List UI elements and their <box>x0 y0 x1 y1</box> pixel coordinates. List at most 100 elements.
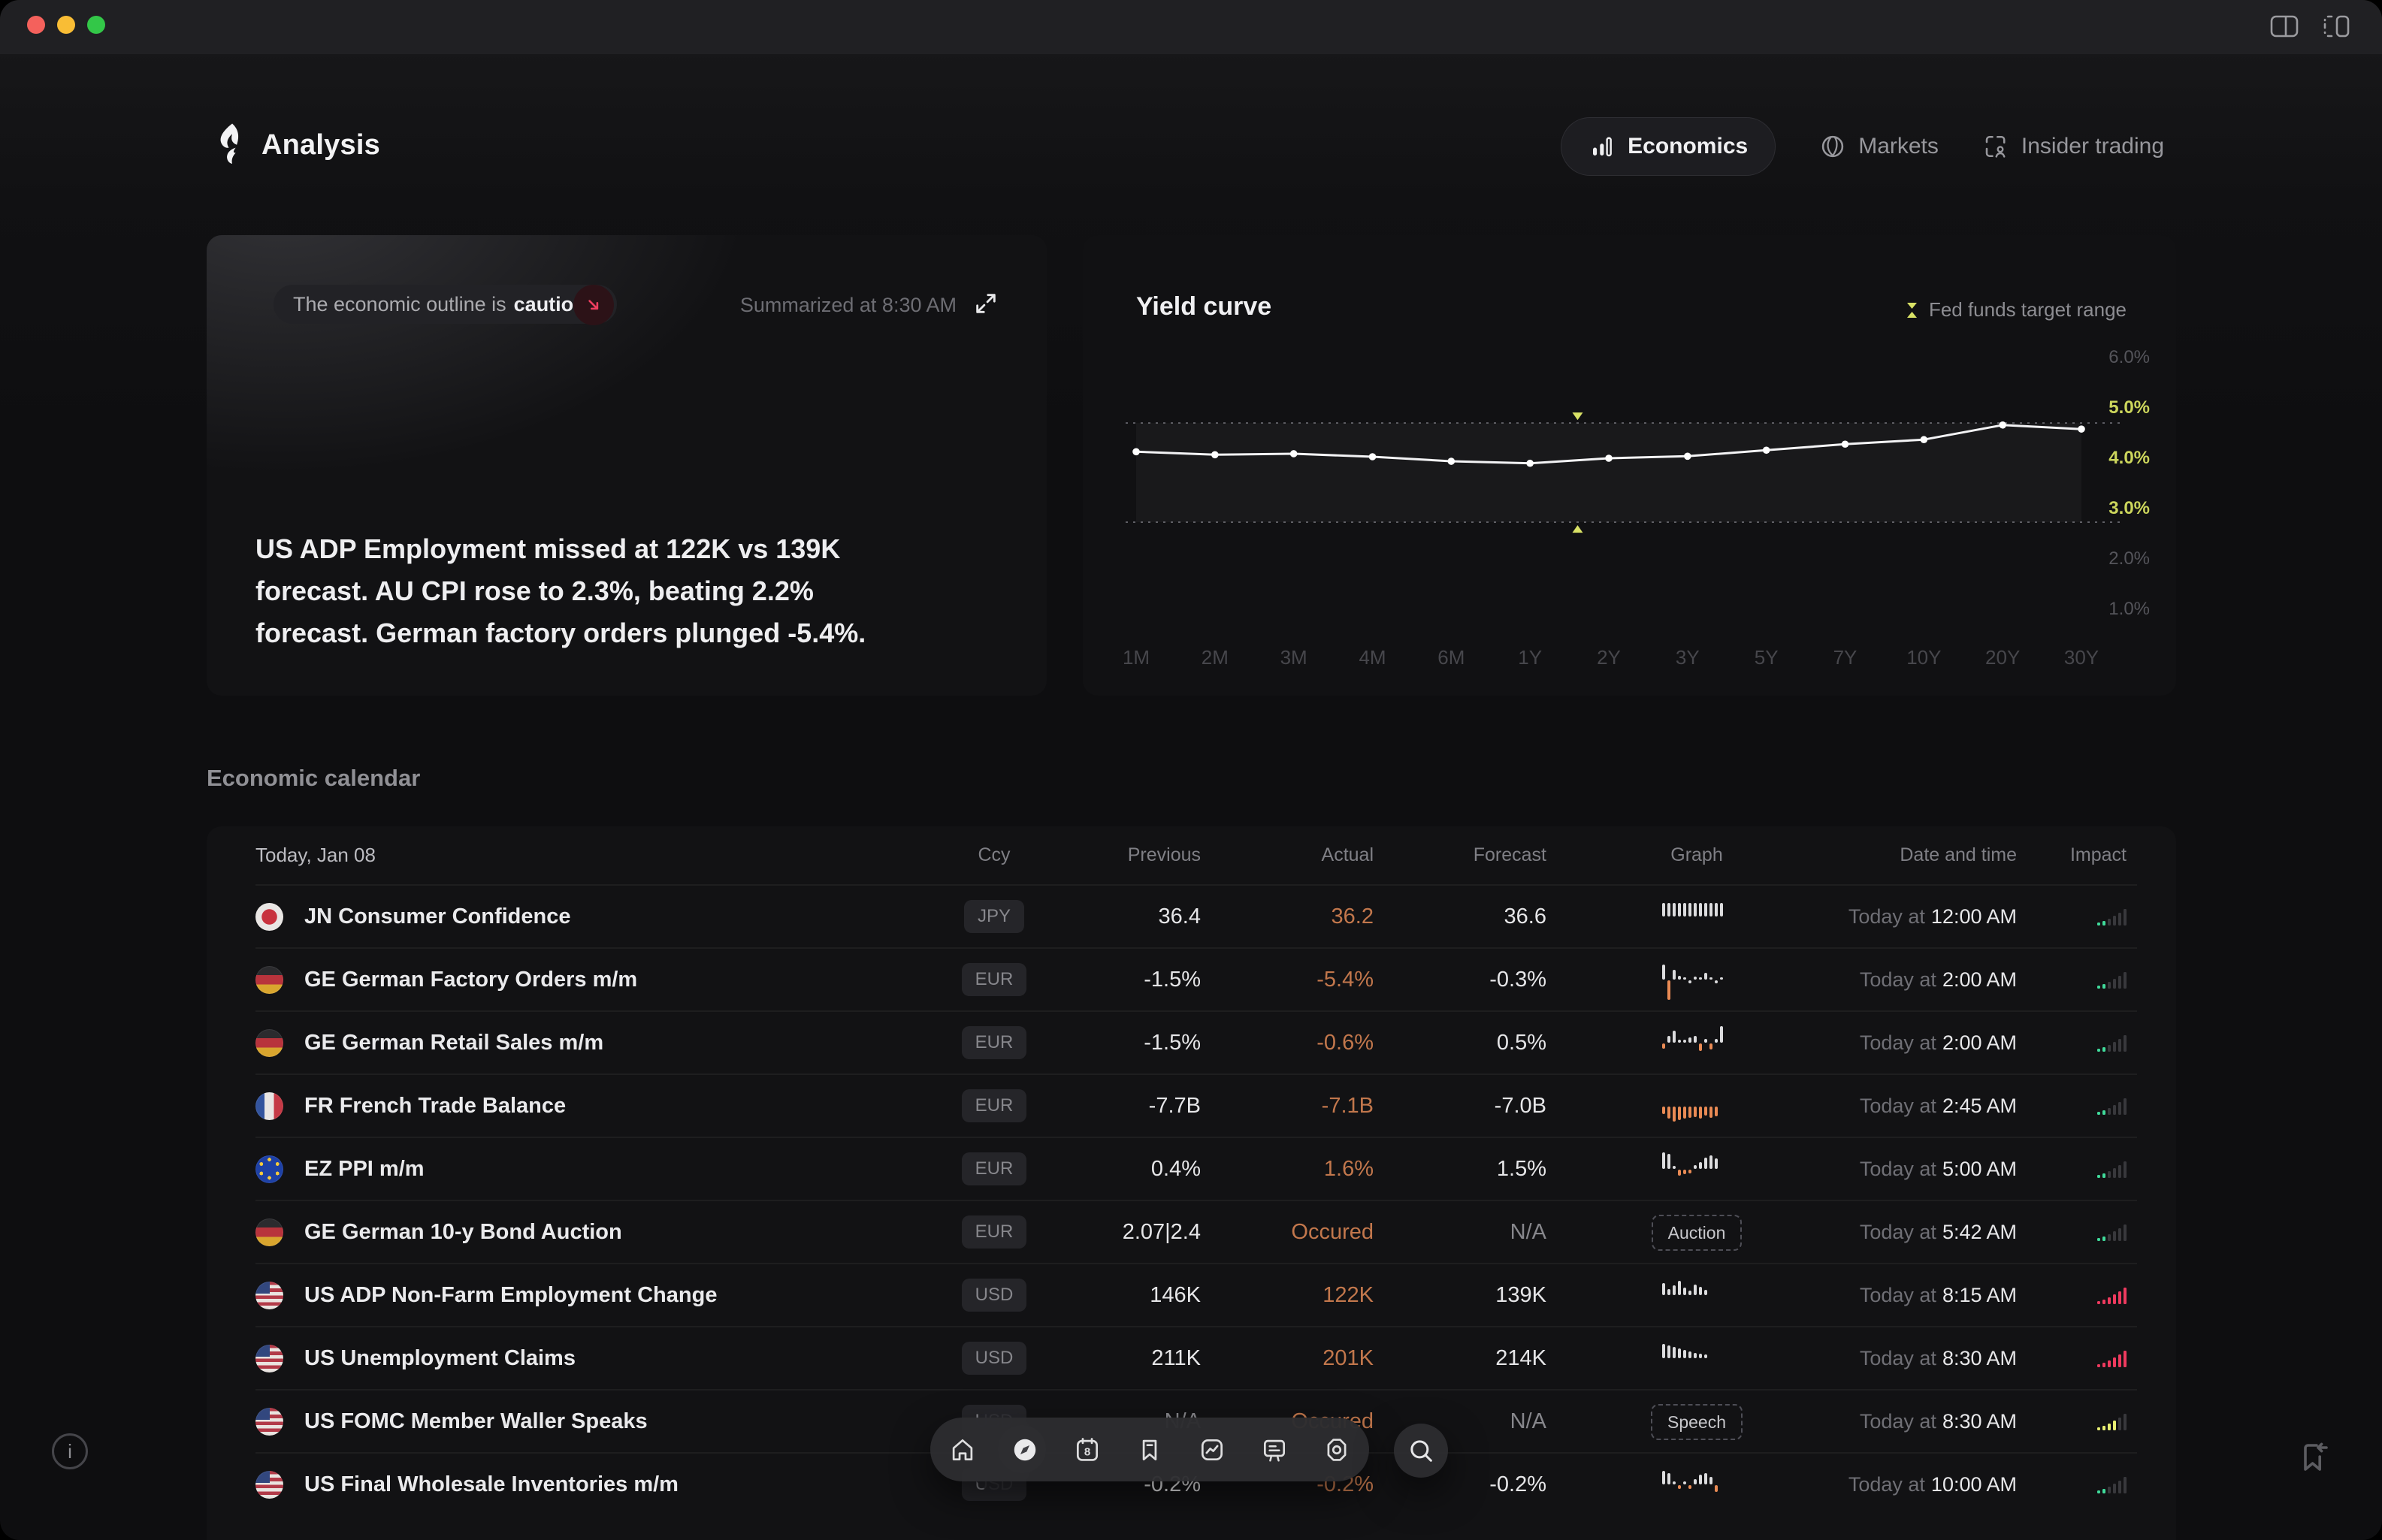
ai-summary-card[interactable]: The economic outline is cautious Summari… <box>207 235 1047 696</box>
event-time: Today at2:00 AM <box>1860 968 2017 992</box>
actual-value: Occured <box>1291 1220 1374 1245</box>
col-datetime: Date and time <box>1900 844 2017 866</box>
country-flag-icon <box>255 903 283 931</box>
table-row[interactable]: US Unemployment ClaimsUSD211K201K214KTod… <box>255 1326 2137 1389</box>
col-previous: Previous <box>1128 844 1201 866</box>
split-view-icon[interactable] <box>2269 14 2299 39</box>
col-date-group: Today, Jan 08 <box>255 844 923 867</box>
search-button[interactable] <box>1394 1424 1448 1478</box>
app-window: Analysis Economics Markets Insider tradi… <box>0 0 2382 1540</box>
previous-value: 0.4% <box>1151 1157 1201 1182</box>
previous-value: 146K <box>1150 1283 1201 1308</box>
country-flag-icon <box>255 1282 283 1309</box>
col-impact: Impact <box>2070 844 2137 866</box>
table-row[interactable]: GE German 10-y Bond AuctionEUR2.07|2.4Oc… <box>255 1200 2137 1263</box>
col-forecast: Forecast <box>1474 844 1546 866</box>
info-button[interactable]: i <box>52 1433 88 1469</box>
tab-economics[interactable]: Economics <box>1561 117 1776 176</box>
event-name-cell: JN Consumer Confidence <box>255 903 923 931</box>
stage-manager-icon[interactable] <box>2322 14 2352 39</box>
search-icon <box>1406 1436 1436 1466</box>
actual-value: -5.4% <box>1316 968 1374 992</box>
forecast-value: -7.0B <box>1495 1094 1546 1119</box>
compass-icon[interactable] <box>1011 1436 1039 1464</box>
previous-value: -1.5% <box>1144 1031 1201 1055</box>
forecast-value: N/A <box>1510 1409 1546 1434</box>
event-time: Today at5:42 AM <box>1860 1220 2017 1245</box>
currency-badge: EUR <box>962 1026 1027 1059</box>
country-flag-icon <box>255 1218 283 1246</box>
event-name-cell: GE German Retail Sales m/m <box>255 1029 923 1057</box>
forecast-value: -0.3% <box>1489 968 1546 992</box>
currency-badge: EUR <box>962 1152 1027 1185</box>
col-actual: Actual <box>1322 844 1374 866</box>
yield-curve-card: Yield curve Fed funds target range 6.0%5… <box>1083 235 2176 696</box>
svg-text:30Y: 30Y <box>2064 646 2099 669</box>
impact-indicator <box>2097 1412 2137 1430</box>
previous-value: -1.5% <box>1144 968 1201 992</box>
svg-text:1Y: 1Y <box>1518 646 1542 669</box>
country-flag-icon <box>255 1092 283 1120</box>
home-icon[interactable] <box>948 1436 977 1464</box>
chart-icon[interactable] <box>1198 1436 1226 1464</box>
mini-graph: Speech <box>1651 1409 1743 1434</box>
trend-down-arrow-icon <box>573 285 614 325</box>
currency-badge: USD <box>962 1279 1027 1312</box>
table-row[interactable]: FR French Trade BalanceEUR-7.7B-7.1B-7.0… <box>255 1073 2137 1137</box>
event-time: Today at8:30 AM <box>1860 1346 2017 1371</box>
table-row[interactable]: US ADP Non-Farm Employment Change USD 146K… <box>255 1263 2137 1326</box>
svg-text:4M: 4M <box>1359 646 1386 669</box>
tab-insider-trading[interactable]: Insider trading <box>1982 133 2164 160</box>
svg-text:5Y: 5Y <box>1755 646 1779 669</box>
event-name: US ADP Non-Farm Employment Change <box>304 1283 717 1308</box>
forecast-value: N/A <box>1510 1220 1546 1245</box>
bookmark-icon[interactable] <box>1135 1436 1164 1464</box>
currency-badge: USD <box>962 1342 1027 1375</box>
forecast-value: -0.2% <box>1489 1472 1546 1497</box>
svg-text:3Y: 3Y <box>1676 646 1700 669</box>
svg-text:2Y: 2Y <box>1597 646 1621 669</box>
svg-text:10Y: 10Y <box>1906 646 1941 669</box>
table-row[interactable]: GE German Factory Orders m/mEUR-1.5%-5.4… <box>255 947 2137 1010</box>
impact-indicator <box>2097 1223 2137 1241</box>
event-time: Today at2:00 AM <box>1860 1031 2017 1055</box>
actual-value: 201K <box>1322 1346 1374 1371</box>
tab-markets[interactable]: Markets <box>1819 133 1939 160</box>
previous-value: 36.4 <box>1159 904 1201 929</box>
mini-graph <box>1662 1083 1731 1128</box>
event-name-cell: US Final Wholesale Inventories m/m <box>255 1471 923 1499</box>
zoom-window-button[interactable] <box>87 16 105 34</box>
calendar-icon[interactable]: 8 <box>1073 1436 1102 1464</box>
mini-graph <box>1662 1020 1731 1065</box>
yield-curve-chart[interactable]: 6.0%5.0%4.0%3.0%2.0%1.0%1M2M3M4M6M1Y2Y3Y… <box>1083 235 2176 696</box>
dock: 8 <box>930 1418 1369 1481</box>
currency-badge: JPY <box>964 900 1024 933</box>
actual-value: -7.1B <box>1322 1094 1374 1119</box>
close-window-button[interactable] <box>27 16 45 34</box>
event-name-cell: GE German 10-y Bond Auction <box>255 1218 923 1246</box>
svg-text:6M: 6M <box>1437 646 1465 669</box>
svg-text:1M: 1M <box>1123 646 1150 669</box>
previous-value: 211K <box>1151 1346 1201 1371</box>
table-row[interactable]: EZ PPI m/mEUR0.4%1.6%1.5%Today at5:00 AM <box>255 1137 2137 1200</box>
expand-icon[interactable] <box>973 291 999 316</box>
svg-text:8: 8 <box>1084 1445 1090 1458</box>
table-row[interactable]: GE German Retail Sales m/mEUR-1.5%-0.6%0… <box>255 1010 2137 1073</box>
previous-value: -7.7B <box>1149 1094 1201 1119</box>
table-header-row: Today, Jan 08 Ccy Previous Actual Foreca… <box>255 826 2137 884</box>
mini-graph: Auction <box>1652 1220 1743 1245</box>
presentation-icon[interactable] <box>1260 1436 1289 1464</box>
minimize-window-button[interactable] <box>57 16 75 34</box>
settings-icon[interactable] <box>1322 1436 1351 1464</box>
event-time: Today at12:00 AM <box>1848 904 2017 929</box>
table-row[interactable]: JN Consumer ConfidenceJPY36.436.236.6Tod… <box>255 884 2137 947</box>
country-flag-icon <box>255 1345 283 1372</box>
bookmark-add-button[interactable] <box>2295 1438 2331 1474</box>
actual-value: -0.6% <box>1316 1031 1374 1055</box>
impact-indicator <box>2097 971 2137 989</box>
country-flag-icon <box>255 1029 283 1057</box>
sentiment-badge[interactable]: The economic outline is cautious <box>274 285 617 324</box>
event-time: Today at8:15 AM <box>1860 1283 2017 1308</box>
impact-indicator <box>2097 907 2137 926</box>
col-ccy: Ccy <box>978 844 1010 866</box>
